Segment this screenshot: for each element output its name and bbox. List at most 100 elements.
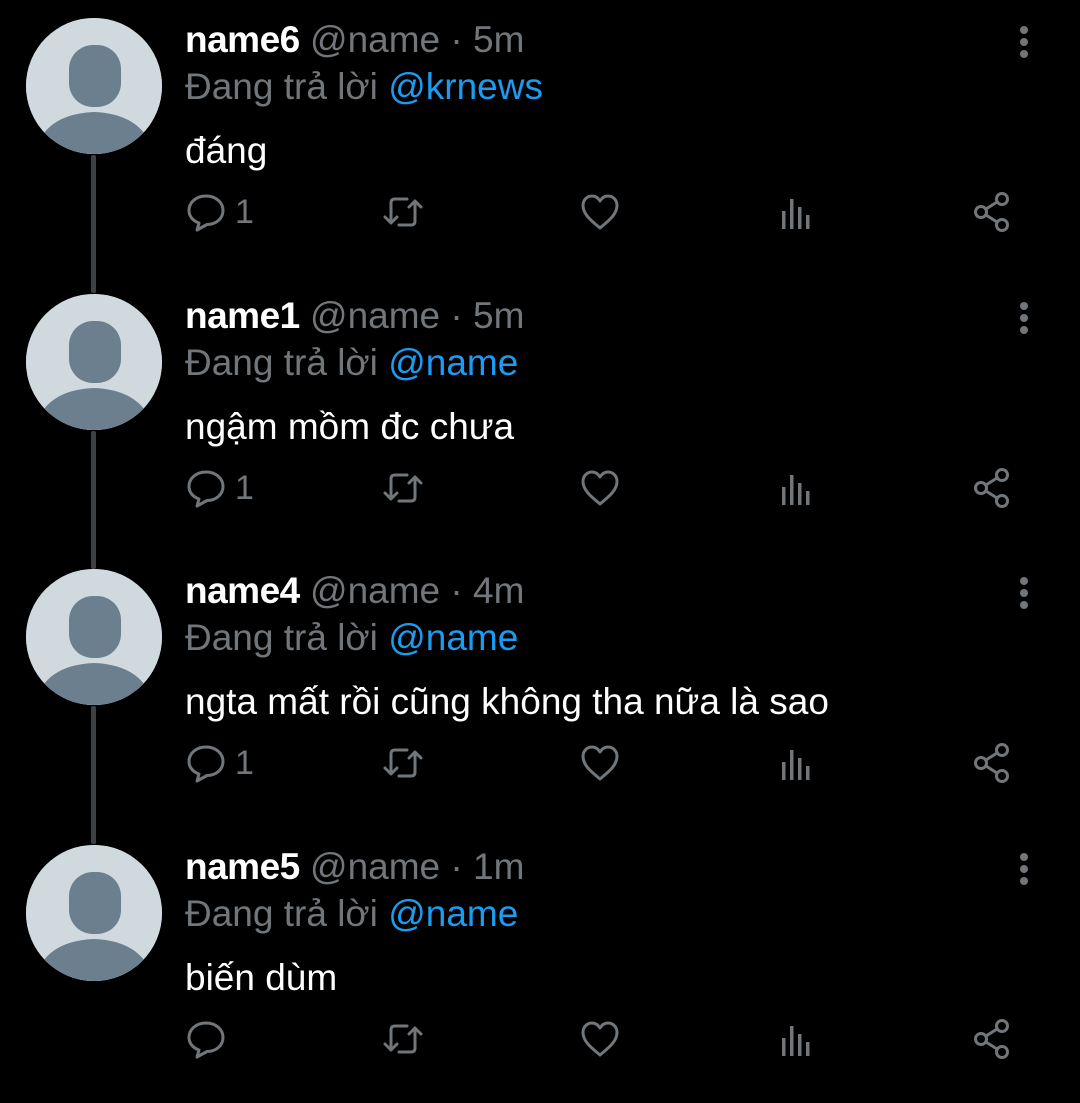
user-handle[interactable]: @name bbox=[310, 846, 440, 887]
more-icon bbox=[1020, 26, 1028, 58]
timestamp[interactable]: 5m bbox=[473, 19, 524, 60]
action-bar: 1 bbox=[185, 188, 1035, 236]
share-icon bbox=[974, 192, 1009, 232]
share-icon bbox=[974, 1019, 1009, 1059]
replying-to-label: Đang trả lời bbox=[185, 617, 378, 658]
like-icon bbox=[581, 745, 619, 781]
default-avatar-icon bbox=[26, 294, 162, 430]
more-options-button[interactable] bbox=[1004, 573, 1044, 613]
replying-to-mention[interactable]: @name bbox=[388, 342, 518, 383]
tweet-item[interactable]: name4 @name · 4m Đang trả lời @name ngta… bbox=[0, 551, 1080, 827]
views-button[interactable] bbox=[775, 739, 817, 787]
replying-to-line: Đang trả lời @name bbox=[185, 340, 518, 386]
action-bar: 1 bbox=[185, 739, 1035, 787]
display-name[interactable]: name4 bbox=[185, 570, 300, 611]
more-icon bbox=[1020, 577, 1028, 609]
display-name[interactable]: name1 bbox=[185, 295, 300, 336]
like-button[interactable] bbox=[579, 188, 621, 236]
user-handle[interactable]: @name bbox=[310, 295, 440, 336]
avatar[interactable] bbox=[26, 294, 162, 430]
tweet-header: name1 @name · 5m bbox=[185, 294, 524, 338]
views-icon bbox=[782, 475, 810, 505]
action-bar bbox=[185, 1015, 1035, 1063]
separator-dot: · bbox=[450, 19, 463, 60]
share-button[interactable] bbox=[971, 464, 1013, 512]
retweet-button[interactable] bbox=[381, 1015, 425, 1063]
share-icon bbox=[974, 743, 1009, 783]
tweet-header: name6 @name · 5m bbox=[185, 18, 524, 62]
default-avatar-icon bbox=[26, 569, 162, 705]
replying-to-line: Đang trả lời @name bbox=[185, 615, 518, 661]
reply-icon bbox=[187, 470, 225, 508]
more-icon bbox=[1020, 302, 1028, 334]
reply-count: 1 bbox=[235, 469, 254, 507]
views-button[interactable] bbox=[775, 464, 817, 512]
replying-to-mention[interactable]: @name bbox=[388, 617, 518, 658]
avatar[interactable] bbox=[26, 845, 162, 981]
like-icon bbox=[581, 470, 619, 506]
like-button[interactable] bbox=[579, 1015, 621, 1063]
reply-icon bbox=[187, 1021, 225, 1059]
replying-to-mention[interactable]: @name bbox=[388, 893, 518, 934]
reply-button[interactable]: 1 bbox=[185, 739, 254, 787]
more-options-button[interactable] bbox=[1004, 849, 1044, 889]
reply-icon bbox=[187, 194, 225, 232]
views-button[interactable] bbox=[775, 1015, 817, 1063]
tweet-text: ngta mất rồi cũng không tha nữa là sao bbox=[185, 681, 829, 722]
user-handle[interactable]: @name bbox=[310, 19, 440, 60]
separator-dot: · bbox=[450, 295, 463, 336]
reply-icon bbox=[187, 745, 225, 783]
like-button[interactable] bbox=[579, 464, 621, 512]
default-avatar-icon bbox=[26, 18, 162, 154]
timestamp[interactable]: 5m bbox=[473, 295, 524, 336]
avatar[interactable] bbox=[26, 18, 162, 154]
retweet-button[interactable] bbox=[381, 464, 425, 512]
timestamp[interactable]: 4m bbox=[473, 570, 524, 611]
share-button[interactable] bbox=[971, 188, 1013, 236]
more-options-button[interactable] bbox=[1004, 22, 1044, 62]
tweet-item[interactable]: name1 @name · 5m Đang trả lời @name ngậm… bbox=[0, 276, 1080, 552]
separator-dot: · bbox=[450, 570, 463, 611]
timestamp[interactable]: 1m bbox=[473, 846, 524, 887]
replying-to-line: Đang trả lời @name bbox=[185, 891, 518, 937]
tweet-header: name4 @name · 4m bbox=[185, 569, 524, 613]
tweet-text: đáng bbox=[185, 130, 268, 171]
share-icon bbox=[974, 468, 1009, 508]
tweet-header: name5 @name · 1m bbox=[185, 845, 524, 889]
reply-button[interactable] bbox=[185, 1015, 235, 1063]
views-icon bbox=[782, 750, 810, 780]
views-icon bbox=[782, 199, 810, 229]
share-button[interactable] bbox=[971, 1015, 1013, 1063]
retweet-icon bbox=[383, 197, 423, 227]
more-icon bbox=[1020, 853, 1028, 885]
like-icon bbox=[581, 1021, 619, 1057]
retweet-button[interactable] bbox=[381, 739, 425, 787]
reply-button[interactable]: 1 bbox=[185, 188, 254, 236]
replying-to-label: Đang trả lời bbox=[185, 893, 378, 934]
avatar[interactable] bbox=[26, 569, 162, 705]
replying-to-mention[interactable]: @krnews bbox=[388, 66, 543, 107]
like-icon bbox=[581, 194, 619, 230]
retweet-icon bbox=[383, 748, 423, 778]
action-bar: 1 bbox=[185, 464, 1035, 512]
tweet-text: ngậm mồm đc chưa bbox=[185, 406, 515, 447]
like-button[interactable] bbox=[579, 739, 621, 787]
reply-button[interactable]: 1 bbox=[185, 464, 254, 512]
tweet-text: biến dùm bbox=[185, 957, 338, 998]
display-name[interactable]: name5 bbox=[185, 846, 300, 887]
retweet-icon bbox=[383, 473, 423, 503]
retweet-button[interactable] bbox=[381, 188, 425, 236]
replying-to-label: Đang trả lời bbox=[185, 342, 378, 383]
more-options-button[interactable] bbox=[1004, 298, 1044, 338]
tweet-item[interactable]: name6 @name · 5m Đang trả lời @krnews đá… bbox=[0, 0, 1080, 276]
display-name[interactable]: name6 bbox=[185, 19, 300, 60]
replying-to-label: Đang trả lời bbox=[185, 66, 378, 107]
reply-thread: name6 @name · 5m Đang trả lời @krnews đá… bbox=[0, 0, 1080, 1093]
replying-to-line: Đang trả lời @krnews bbox=[185, 64, 543, 110]
default-avatar-icon bbox=[26, 845, 162, 981]
share-button[interactable] bbox=[971, 739, 1013, 787]
tweet-item[interactable]: name5 @name · 1m Đang trả lời @name biến… bbox=[0, 827, 1080, 1103]
user-handle[interactable]: @name bbox=[310, 570, 440, 611]
retweet-icon bbox=[383, 1024, 423, 1054]
views-button[interactable] bbox=[775, 188, 817, 236]
